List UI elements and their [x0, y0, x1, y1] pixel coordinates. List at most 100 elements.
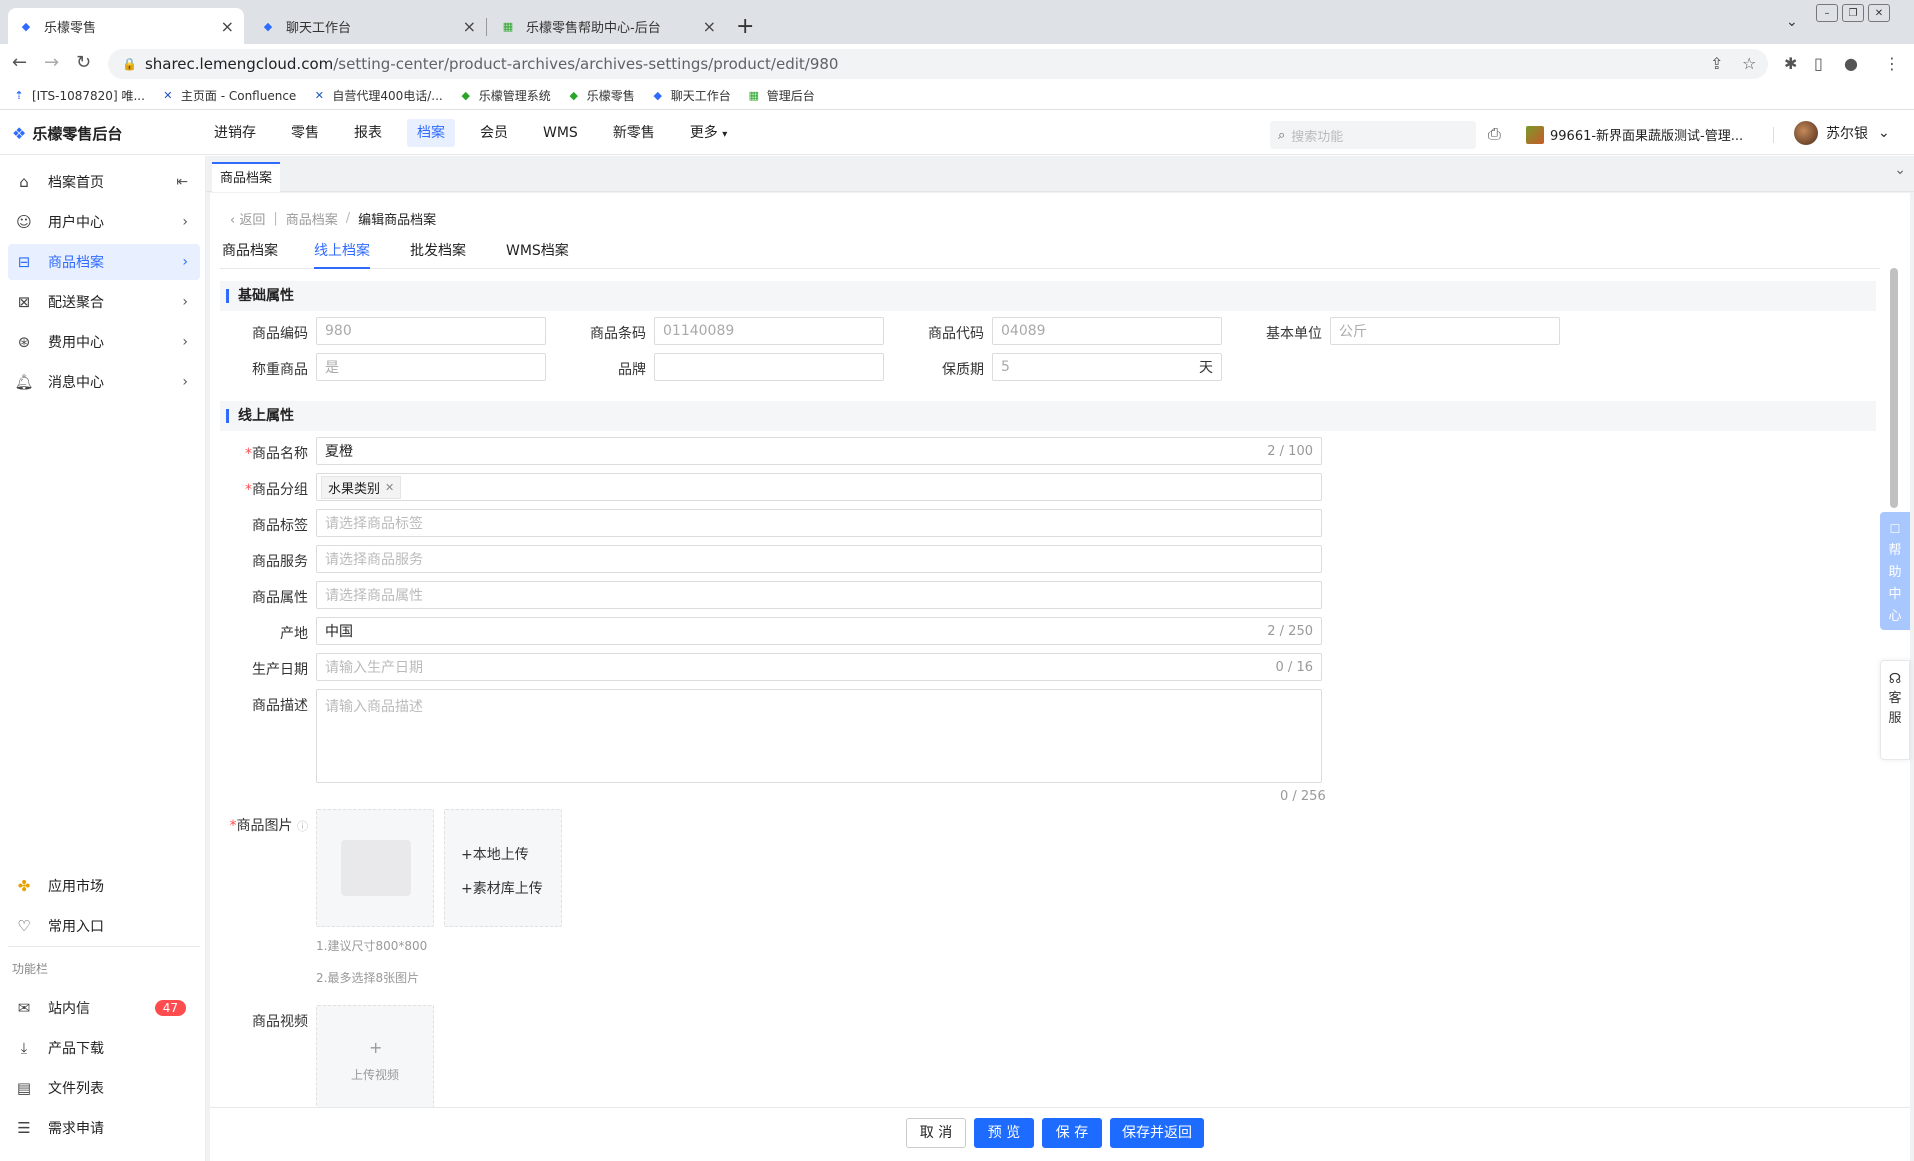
sidebar-item-delivery[interactable]: ⊠ 配送聚合 ›: [8, 284, 200, 320]
close-window-icon[interactable]: ✕: [1868, 4, 1890, 22]
sidepanel-icon[interactable]: ▯: [1814, 54, 1823, 73]
sidebar-item-requests[interactable]: ☰ 需求申请: [8, 1110, 200, 1146]
unread-badge: 47: [154, 1000, 186, 1016]
sidebar-item-user-center[interactable]: ☺ 用户中心 ›: [8, 204, 200, 240]
reload-icon[interactable]: ↻: [76, 52, 91, 73]
nav-item-wms[interactable]: WMS: [533, 119, 588, 147]
cs-char: 服: [1888, 711, 1902, 726]
nav-item-inventory[interactable]: 进销存: [204, 119, 266, 147]
extensions-icon[interactable]: ✱: [1784, 54, 1797, 73]
star-icon[interactable]: ☆: [1742, 54, 1756, 73]
save-button[interactable]: 保 存: [1042, 1118, 1102, 1148]
nav-item-reports[interactable]: 报表: [344, 119, 392, 147]
restore-icon[interactable]: ❐: [1842, 4, 1864, 22]
sidebar-item-fees[interactable]: ⊛ 费用中心 ›: [8, 324, 200, 360]
production-date-input[interactable]: 请输入生产日期 0 / 16: [316, 653, 1322, 681]
nav-item-retail[interactable]: 零售: [281, 119, 329, 147]
sidebar-item-app-market[interactable]: ✤ 应用市场: [8, 868, 200, 904]
product-image-thumb[interactable]: [316, 809, 434, 927]
avatar: [1794, 121, 1818, 145]
bookmark-item[interactable]: ◆ 乐檬管理系统: [459, 87, 550, 104]
app-logo[interactable]: ❖ 乐檬零售后台: [12, 123, 122, 144]
browser-tab-chat[interactable]: ◆ 聊天工作台 ×: [250, 8, 486, 44]
user-menu[interactable]: 苏尔银 ⌄: [1794, 121, 1890, 145]
file-list-icon: ▤: [16, 1079, 32, 1097]
product-attr-select[interactable]: 请选择商品属性: [316, 581, 1322, 609]
share-icon[interactable]: ⇪: [1710, 54, 1723, 73]
profile-icon[interactable]: ●: [1844, 54, 1858, 73]
sidebar-item-files[interactable]: ▤ 文件列表: [8, 1070, 200, 1106]
tab-wholesale-archive[interactable]: 批发档案: [410, 239, 466, 269]
cancel-button[interactable]: 取 消: [906, 1118, 966, 1148]
bookmark-item[interactable]: ✕ 自营代理400电话/...: [312, 87, 443, 104]
back-label: 返回: [239, 213, 266, 228]
label-text: 商品图片: [236, 818, 293, 834]
info-icon[interactable]: ⓘ: [297, 820, 308, 833]
nav-item-new-retail[interactable]: 新零售: [603, 119, 665, 147]
description-textarea[interactable]: 请输入商品描述: [316, 689, 1322, 783]
video-upload-box[interactable]: + 上传视频: [316, 1005, 434, 1107]
placeholder: 请输入生产日期: [325, 660, 423, 676]
sidebar-item-inbox[interactable]: ✉ 站内信 47: [8, 990, 200, 1026]
sidebar-item-archive-home[interactable]: ⌂ 档案首页 ⇤: [8, 164, 200, 200]
sidebar-item-downloads[interactable]: ⤓ 产品下载: [8, 1030, 200, 1066]
new-tab-icon[interactable]: +: [736, 14, 754, 39]
origin-input[interactable]: 中国 2 / 250: [316, 617, 1322, 645]
help-center-float[interactable]: ☐ 帮 助 中 心: [1880, 512, 1910, 630]
bookmark-label: 主页面 - Confluence: [180, 89, 297, 103]
collapse-sidebar-icon[interactable]: ⇤: [176, 174, 188, 190]
kebab-menu-icon[interactable]: ⋮: [1884, 54, 1900, 73]
nav-item-archives[interactable]: 档案: [407, 119, 455, 147]
sidebar-item-favorites[interactable]: ♡ 常用入口: [8, 908, 200, 944]
remove-tag-icon[interactable]: ✕: [385, 481, 394, 494]
product-group-select[interactable]: 水果类别 ✕: [316, 473, 1322, 501]
tab-product-archive[interactable]: 商品档案: [222, 239, 278, 269]
nav-item-more[interactable]: 更多 ▾: [680, 119, 737, 147]
breadcrumb-divider: |: [273, 211, 278, 226]
nav-item-members[interactable]: 会员: [470, 119, 518, 147]
yen-icon: ⊛: [17, 333, 31, 351]
sidebar-item-messages[interactable]: 🔔︎ 消息中心 ›: [8, 364, 200, 400]
bookmark-item[interactable]: ◆ 聊天工作台: [651, 87, 731, 104]
sidebar-item-product-archive[interactable]: ⊟ 商品档案 ›: [8, 244, 200, 280]
back-link[interactable]: ‹ 返回: [230, 209, 265, 228]
product-service-select[interactable]: 请选择商品服务: [316, 545, 1322, 573]
store-selector[interactable]: 99661-新界面果蔬版测试-管理...: [1526, 125, 1743, 144]
page-tab-product-archive[interactable]: 商品档案: [212, 162, 281, 192]
request-icon: ☰: [17, 1119, 31, 1137]
product-name-input[interactable]: 夏橙 2 / 100: [316, 437, 1322, 465]
bookmark-item[interactable]: ⇡ [ITS-1087820] 唯...: [12, 87, 145, 104]
bell-icon: 🔔︎: [14, 373, 34, 391]
local-upload-button[interactable]: +本地上传: [461, 844, 529, 864]
chevron-down-icon[interactable]: ⌄: [1894, 162, 1906, 178]
save-and-return-button[interactable]: 保存并返回: [1110, 1118, 1204, 1148]
browser-tab-help[interactable]: ▦ 乐檬零售帮助中心-后台 ×: [490, 8, 726, 44]
printer-icon[interactable]: ⎙: [1488, 124, 1501, 144]
tab-online-archive[interactable]: 线上档案: [314, 239, 370, 269]
function-search-input[interactable]: ⌕ 搜索功能: [1270, 121, 1476, 149]
tab-wms-archive[interactable]: WMS档案: [506, 239, 569, 269]
bookmark-label: 自营代理400电话/...: [332, 89, 443, 103]
product-tag-select[interactable]: 请选择商品标签: [316, 509, 1322, 537]
close-icon[interactable]: ×: [463, 17, 476, 36]
preview-button[interactable]: 预 览: [974, 1118, 1034, 1148]
page-tabs: 商品档案 ⌄: [206, 156, 1914, 192]
back-arrow-icon[interactable]: ←: [12, 52, 27, 73]
url-bar[interactable]: 🔒 sharec.lemengcloud.com/setting-center/…: [108, 49, 1768, 79]
customer-service-float[interactable]: ☊ 客 服: [1880, 660, 1910, 760]
upload-video-label: 上传视频: [351, 1068, 400, 1082]
breadcrumb-parent[interactable]: 商品档案: [286, 209, 338, 228]
minimize-icon[interactable]: –: [1816, 4, 1838, 22]
close-icon[interactable]: ×: [703, 17, 716, 36]
confluence-icon: ✕: [163, 89, 173, 102]
browser-tab-lemeng[interactable]: ◆ 乐檬零售 ×: [8, 8, 244, 44]
bookmark-item[interactable]: ◆ 乐檬零售: [567, 87, 635, 104]
bookmark-item[interactable]: ▦ 管理后台: [747, 87, 815, 104]
library-upload-button[interactable]: +素材库上传: [461, 878, 543, 898]
scrollbar[interactable]: [1890, 268, 1898, 508]
lemeng-icon: ◆: [461, 89, 470, 102]
close-icon[interactable]: ×: [221, 17, 234, 36]
bookmark-item[interactable]: ✕ 主页面 - Confluence: [161, 87, 296, 104]
forward-arrow-icon[interactable]: →: [44, 52, 59, 73]
chevron-down-icon[interactable]: ⌄: [1786, 14, 1798, 30]
